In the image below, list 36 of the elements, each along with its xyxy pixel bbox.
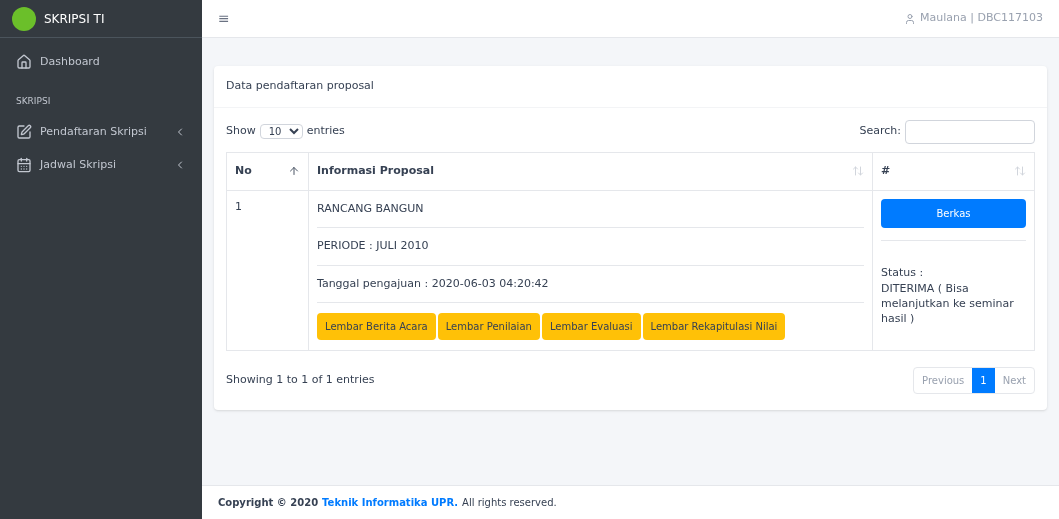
proposal-info: PERIODE : JULI 2010 [317, 239, 429, 252]
status-text: DITERIMA ( Bisa melanjutkan ke seminar hasil ) [881, 281, 1015, 326]
column-header[interactable]: Informasi Proposal [308, 152, 873, 190]
sidebar-item[interactable]: Pendaftaran Skripsi [8, 116, 194, 149]
footer-link[interactable]: Teknik Informatika UPR. [322, 495, 459, 510]
edit-icon [16, 124, 32, 141]
entries-select[interactable]: 10 [259, 124, 303, 139]
column-header[interactable]: No [226, 152, 309, 190]
row-number: 1 [235, 199, 242, 213]
table-info: Showing 1 to 1 of 1 entries [226, 372, 375, 389]
sidebar-item[interactable]: Jadwal Skripsi [8, 148, 194, 181]
search-label: Search: [859, 123, 901, 140]
copyright-text: Copyright © 2020 [218, 496, 319, 510]
proposal-info: Tanggal pengajuan : 2020-06-03 04:20:42 [317, 276, 549, 290]
pagination-button[interactable]: 1 [972, 368, 995, 393]
search-field[interactable] [905, 119, 1035, 144]
brand-name: SKRIPSI TI [44, 10, 105, 28]
rights-text: All rights reserved. [462, 496, 557, 510]
sidebar-section-header: SKRIPSI [15, 94, 52, 108]
calendar-icon [16, 156, 32, 173]
sheet-button[interactable]: Lembar Rekapitulasi Nilai [642, 313, 786, 340]
home-icon [16, 54, 32, 71]
status-label: Status : [881, 264, 925, 281]
logo-icon [12, 6, 36, 31]
show-label: Show [226, 123, 256, 140]
card-title: Data pendaftaran proposal [226, 79, 374, 92]
sidebar-item[interactable]: Dashboard [8, 46, 194, 79]
entries-label: entries [306, 123, 345, 140]
proposal-info: RANCANG BANGUN [317, 201, 424, 215]
column-header[interactable]: # [872, 152, 1035, 190]
user-icon [904, 12, 917, 25]
menu-button[interactable]: ≡ [218, 8, 230, 29]
files-button[interactable]: Berkas [881, 198, 1026, 228]
sheet-button[interactable]: Lembar Evaluasi [541, 313, 641, 340]
sheet-button[interactable]: Lembar Berita Acara [317, 313, 436, 340]
sheet-button[interactable]: Lembar Penilaian [437, 313, 540, 340]
